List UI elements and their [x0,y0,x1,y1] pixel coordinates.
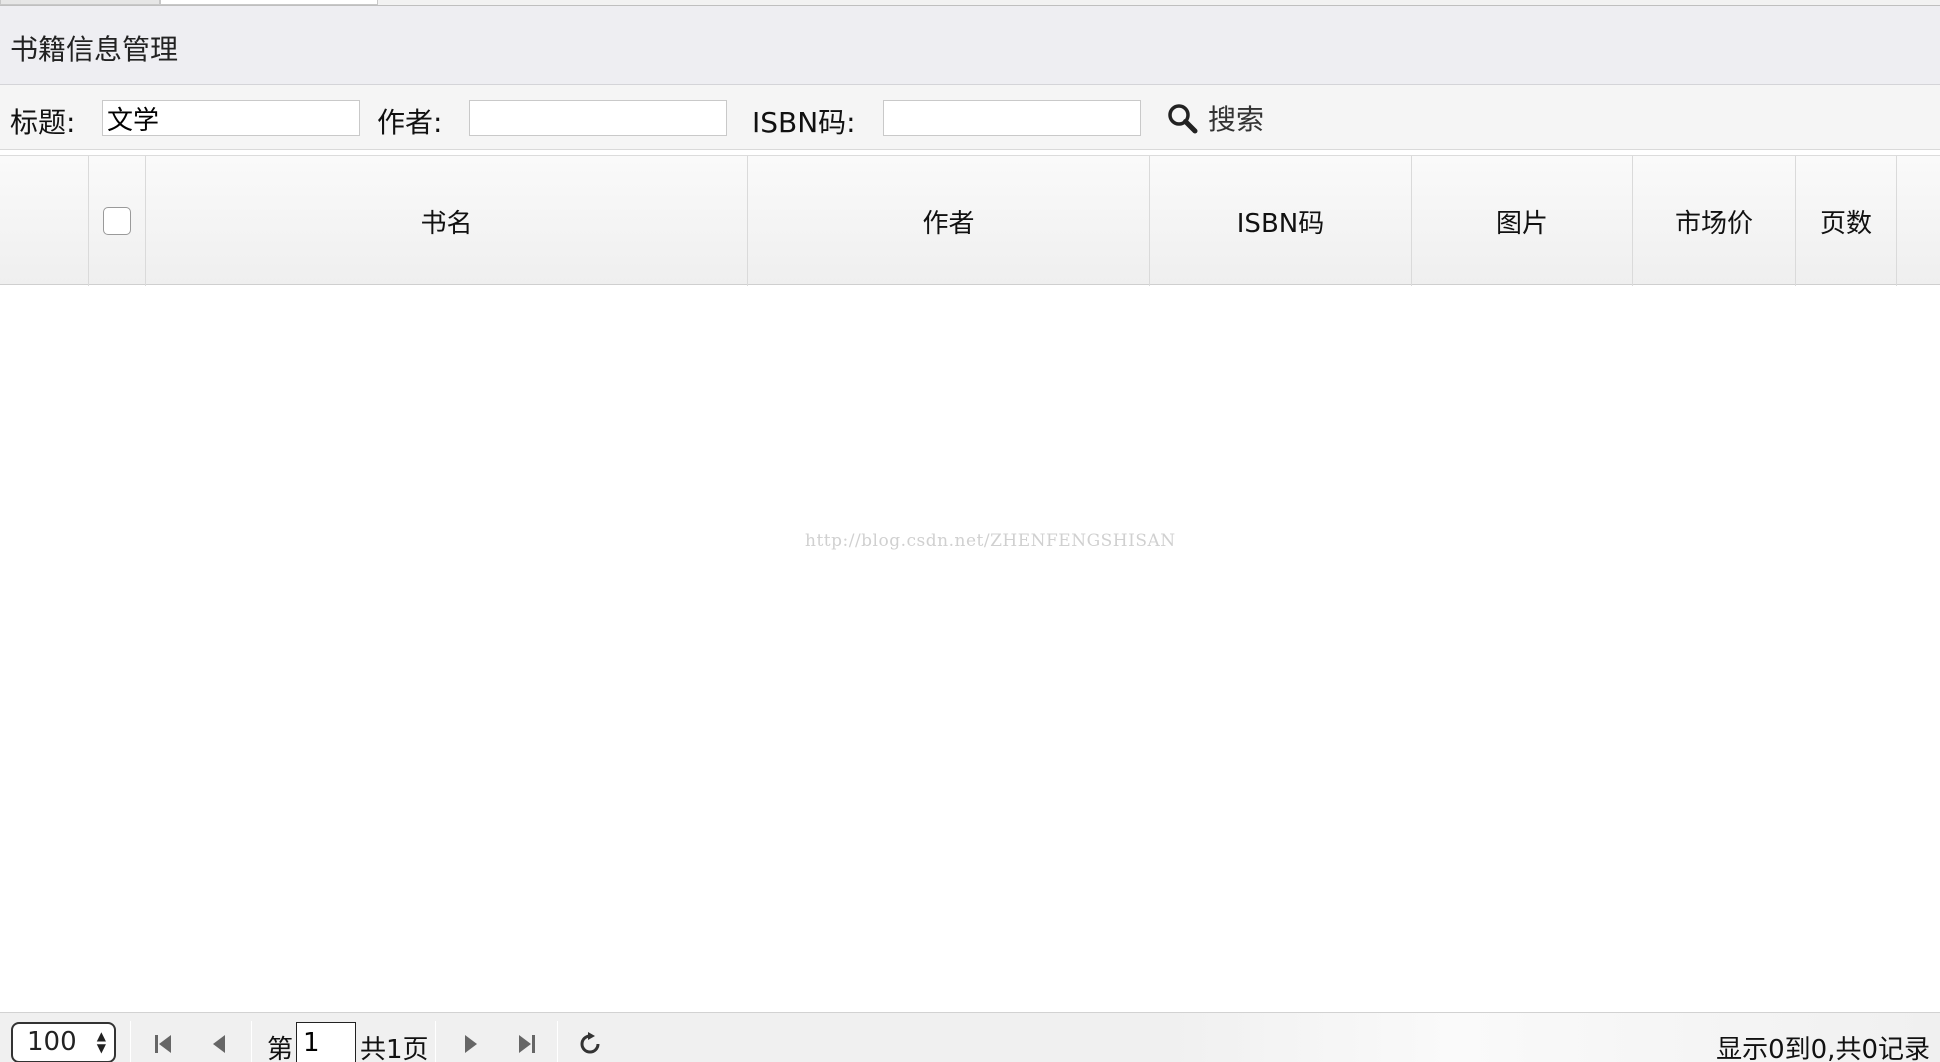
pager-separator [557,1021,558,1062]
page-prefix-label: 第 [267,1035,294,1062]
refresh-icon [580,1032,600,1054]
next-page-button[interactable] [455,1029,485,1059]
isbn-input[interactable] [883,100,1141,136]
select-all-checkbox[interactable] [103,207,131,235]
search-toolbar: 标题: 作者: ISBN码: 搜索 [0,85,1940,150]
tab-active[interactable] [160,0,378,5]
pager-separator [435,1021,436,1062]
panel-header: 书籍信息管理 [0,6,1940,85]
page-title: 书籍信息管理 [10,33,179,66]
select-all-cell [89,156,146,286]
pager-summary: 显示0到0,共0记录 [1716,1035,1930,1062]
search-icon [1168,104,1198,134]
last-page-button[interactable] [511,1029,541,1059]
column-header-title[interactable]: 书名 [146,156,748,286]
column-header-image[interactable]: 图片 [1412,156,1633,286]
pager-separator [130,1021,131,1062]
column-header-isbn[interactable]: ISBN码 [1150,156,1412,286]
current-page-input[interactable] [296,1022,356,1062]
last-page-icon [519,1035,535,1053]
author-label: 作者: [377,106,443,139]
grid-body: http://blog.csdn.net/ZHENFENGSHISAN [0,286,1940,1012]
column-header-price[interactable]: 市场价 [1633,156,1796,286]
column-header-pages[interactable]: 页数 [1796,156,1897,286]
refresh-button[interactable] [575,1029,605,1059]
page-size-value: 100 [27,1027,77,1057]
pager-separator [251,1021,252,1062]
author-input[interactable] [469,100,727,136]
prev-page-icon [213,1035,225,1053]
pagination-bar: 100 ▲▼ 第 共1页 显示0到0,共0记录 [0,1012,1940,1062]
tab-previous[interactable] [0,0,160,5]
next-page-icon [465,1035,477,1053]
select-arrows-icon: ▲ ▼ [96,1029,106,1055]
watermark: http://blog.csdn.net/ZHENFENGSHISAN [805,531,1176,551]
first-page-button[interactable] [149,1029,179,1059]
search-button[interactable]: 搜索 [1166,97,1264,139]
title-label: 标题: [10,106,76,139]
first-page-icon [155,1035,171,1053]
search-button-label: 搜索 [1208,103,1265,136]
grid-header: 书名 作者 ISBN码 图片 市场价 页数 [0,155,1940,286]
title-input[interactable] [102,100,360,136]
prev-page-button[interactable] [205,1029,235,1059]
isbn-label: ISBN码: [752,106,856,139]
column-header-filler [1897,156,1940,286]
total-pages-label: 共1页 [360,1035,429,1062]
row-number-header [0,156,89,286]
column-header-author[interactable]: 作者 [748,156,1150,286]
page-size-select[interactable]: 100 ▲ ▼ [11,1022,116,1062]
